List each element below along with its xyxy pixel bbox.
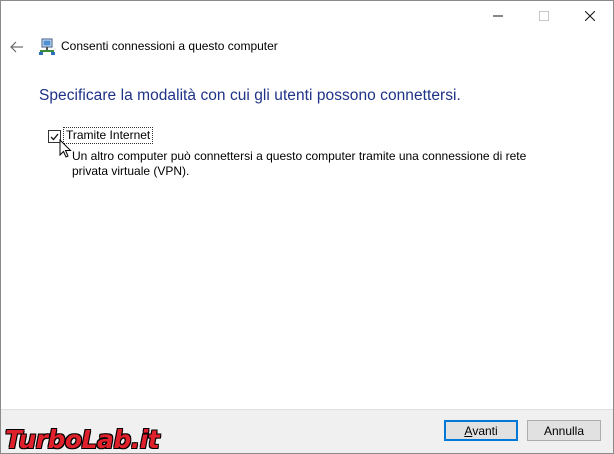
next-accelerator: A — [464, 423, 473, 438]
maximize-icon — [539, 11, 549, 21]
back-button[interactable] — [7, 37, 27, 57]
checkmark-icon — [50, 133, 59, 140]
close-icon — [585, 11, 595, 21]
back-arrow-icon — [10, 41, 23, 53]
network-computer-icon — [39, 38, 55, 55]
maximize-button[interactable] — [521, 1, 567, 31]
next-button[interactable]: Avanti — [444, 420, 518, 441]
internet-option-description: Un altro computer può connettersi a ques… — [72, 149, 527, 178]
window-title: Consenti connessioni a questo computer — [61, 39, 278, 53]
mouse-cursor-icon — [59, 139, 72, 158]
minimize-button[interactable] — [475, 1, 521, 31]
turbolab-watermark: TurboLab.it — [5, 425, 160, 454]
minimize-icon — [493, 15, 503, 17]
close-button[interactable] — [567, 1, 613, 31]
page-heading: Specificare la modalità con cui gli uten… — [39, 87, 461, 104]
wizard-window: Consenti connessioni a questo computer S… — [0, 0, 614, 454]
caption-buttons — [475, 1, 613, 31]
internet-option-label[interactable]: Tramite Internet — [62, 127, 154, 144]
next-label-rest: vanti — [472, 423, 498, 438]
cancel-button[interactable]: Annulla — [527, 420, 601, 441]
